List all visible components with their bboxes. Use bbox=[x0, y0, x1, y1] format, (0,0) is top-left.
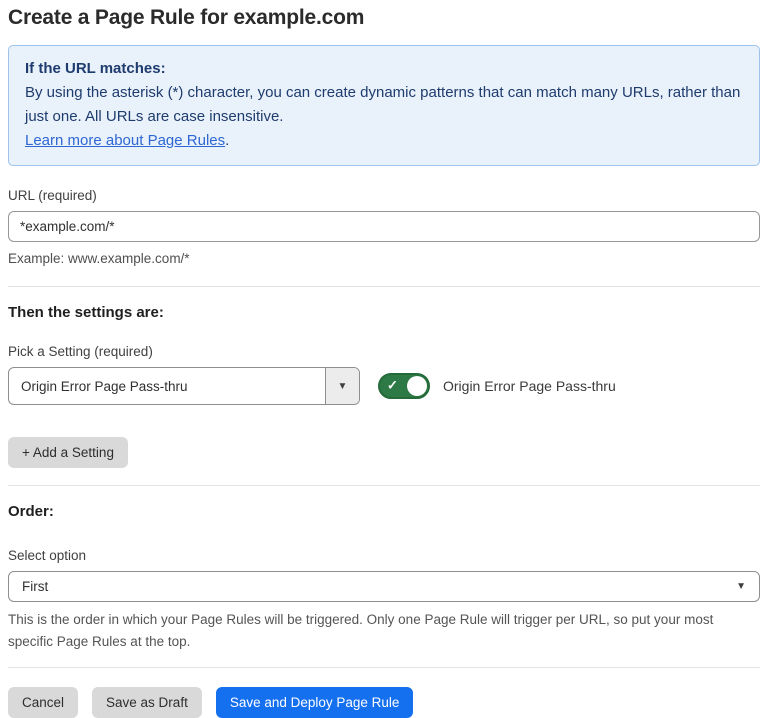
setting-dropdown-value: Origin Error Page Pass-thru bbox=[21, 378, 188, 394]
url-label: URL (required) bbox=[8, 188, 97, 203]
settings-heading: Then the settings are: bbox=[8, 304, 164, 321]
url-helper: Example: www.example.com/* bbox=[8, 251, 190, 266]
toggle-label: Origin Error Page Pass-thru bbox=[443, 378, 616, 394]
callout-heading: If the URL matches: bbox=[25, 60, 166, 77]
order-heading: Order: bbox=[8, 503, 54, 520]
chevron-down-icon: ▼ bbox=[337, 380, 348, 392]
add-setting-button[interactable]: + Add a Setting bbox=[8, 437, 128, 468]
footer-actions: Cancel Save as Draft Save and Deploy Pag… bbox=[8, 687, 760, 718]
setting-dropdown[interactable]: Origin Error Page Pass-thru ▼ bbox=[8, 367, 360, 405]
order-select-value: First bbox=[22, 579, 49, 594]
toggle-knob bbox=[407, 376, 427, 396]
setting-row: Origin Error Page Pass-thru ▼ ✓ Origin E… bbox=[8, 367, 760, 405]
cancel-button[interactable]: Cancel bbox=[8, 687, 79, 718]
origin-error-toggle[interactable]: ✓ bbox=[378, 373, 430, 399]
pick-setting-label: Pick a Setting (required) bbox=[8, 344, 153, 359]
page-title: Create a Page Rule for example.com bbox=[8, 6, 365, 29]
url-input[interactable] bbox=[8, 211, 760, 242]
divider bbox=[8, 667, 760, 668]
order-select[interactable]: First ▼ bbox=[8, 571, 760, 602]
link-suffix: . bbox=[225, 132, 230, 149]
chevron-down-icon: ▼ bbox=[736, 581, 746, 592]
callout-link-line: Learn more about Page Rules. bbox=[25, 129, 743, 153]
save-deploy-button[interactable]: Save and Deploy Page Rule bbox=[215, 687, 414, 718]
url-match-callout: If the URL matches: By using the asteris… bbox=[8, 45, 760, 166]
order-helper: This is the order in which your Page Rul… bbox=[8, 612, 714, 649]
learn-more-link[interactable]: Learn more about Page Rules bbox=[25, 132, 225, 149]
save-draft-button[interactable]: Save as Draft bbox=[92, 687, 202, 718]
callout-body: By using the asterisk (*) character, you… bbox=[25, 84, 741, 125]
check-icon: ✓ bbox=[387, 377, 398, 393]
dropdown-arrow-box[interactable]: ▼ bbox=[325, 368, 359, 404]
divider bbox=[8, 485, 760, 486]
divider bbox=[8, 286, 760, 287]
select-option-label: Select option bbox=[8, 548, 87, 563]
